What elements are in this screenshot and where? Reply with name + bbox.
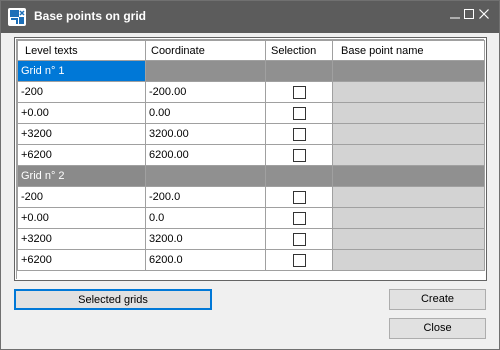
- group-cell: [332, 60, 485, 82]
- group-name[interactable]: Grid n° 1: [17, 60, 146, 82]
- coordinate-cell[interactable]: 0.00: [145, 102, 266, 124]
- selection-cell: [265, 228, 333, 250]
- group-cell: [265, 165, 333, 187]
- base-point-name-cell[interactable]: [332, 81, 485, 103]
- close-icon[interactable]: [477, 7, 491, 21]
- group-cell: [332, 165, 485, 187]
- selection-checkbox[interactable]: [292, 211, 306, 225]
- coordinate-cell[interactable]: -200.0: [145, 186, 266, 208]
- base-point-name-cell[interactable]: [332, 186, 485, 208]
- base-point-name-cell[interactable]: [332, 207, 485, 229]
- selection-checkbox[interactable]: [292, 106, 306, 120]
- coordinate-cell[interactable]: 3200.00: [145, 123, 266, 145]
- minimize-icon[interactable]: [448, 7, 462, 21]
- level-text-cell[interactable]: +3200: [17, 228, 146, 250]
- level-text-cell[interactable]: +0.00: [17, 207, 146, 229]
- grid-inner: Level texts Coordinate Selection Base po…: [16, 39, 485, 279]
- coordinate-cell[interactable]: 0.0: [145, 207, 266, 229]
- level-text-cell[interactable]: +6200: [17, 144, 146, 166]
- level-text-cell[interactable]: +0.00: [17, 102, 146, 124]
- group-name[interactable]: Grid n° 2: [17, 165, 146, 187]
- table-row[interactable]: +3200 3200.0: [17, 228, 485, 250]
- table-row[interactable]: -200 -200.0: [17, 186, 485, 208]
- table-row[interactable]: -200 -200.00: [17, 81, 485, 103]
- selection-checkbox[interactable]: [292, 190, 306, 204]
- group-row-grid-2[interactable]: Grid n° 2: [17, 165, 485, 187]
- create-button[interactable]: Create: [389, 289, 486, 310]
- selection-checkbox[interactable]: [292, 85, 306, 99]
- window-title: Base points on grid: [34, 9, 147, 23]
- coordinate-cell[interactable]: 6200.0: [145, 249, 266, 271]
- table-row[interactable]: +6200 6200.0: [17, 249, 485, 271]
- group-cell: [145, 165, 266, 187]
- group-cell: [145, 60, 266, 82]
- base-point-name-cell[interactable]: [332, 144, 485, 166]
- table-row[interactable]: +3200 3200.00: [17, 123, 485, 145]
- base-points-table: Level texts Coordinate Selection Base po…: [17, 40, 485, 271]
- group-cell: [265, 60, 333, 82]
- selection-checkbox[interactable]: [292, 148, 306, 162]
- base-point-name-cell[interactable]: [332, 123, 485, 145]
- selection-checkbox[interactable]: [292, 253, 306, 267]
- level-text-cell[interactable]: +3200: [17, 123, 146, 145]
- base-points-grid[interactable]: Level texts Coordinate Selection Base po…: [14, 37, 487, 281]
- selection-cell: [265, 144, 333, 166]
- coordinate-cell[interactable]: -200.00: [145, 81, 266, 103]
- selection-checkbox[interactable]: [292, 232, 306, 246]
- selection-cell: [265, 207, 333, 229]
- dialog-window: Base points on grid Level texts Coordina…: [0, 0, 500, 350]
- selection-checkbox[interactable]: [292, 127, 306, 141]
- selection-cell: [265, 186, 333, 208]
- table-row[interactable]: +0.00 0.0: [17, 207, 485, 229]
- coordinate-cell[interactable]: 3200.0: [145, 228, 266, 250]
- maximize-icon[interactable]: [462, 7, 476, 21]
- selection-cell: [265, 102, 333, 124]
- selection-cell: [265, 81, 333, 103]
- table-row[interactable]: +0.00 0.00: [17, 102, 485, 124]
- column-header-level-texts[interactable]: Level texts: [17, 40, 146, 61]
- table-row[interactable]: +6200 6200.00: [17, 144, 485, 166]
- level-text-cell[interactable]: -200: [17, 81, 146, 103]
- selection-cell: [265, 249, 333, 271]
- level-text-cell[interactable]: -200: [17, 186, 146, 208]
- base-point-name-cell[interactable]: [332, 228, 485, 250]
- level-text-cell[interactable]: +6200: [17, 249, 146, 271]
- selection-cell: [265, 123, 333, 145]
- table-header-row: Level texts Coordinate Selection Base po…: [17, 40, 485, 61]
- title-bar[interactable]: Base points on grid: [1, 1, 499, 33]
- selected-grids-button[interactable]: Selected grids: [14, 289, 212, 310]
- coordinate-cell[interactable]: 6200.00: [145, 144, 266, 166]
- group-row-grid-1[interactable]: Grid n° 1: [17, 60, 485, 82]
- column-header-coordinate[interactable]: Coordinate: [145, 40, 266, 61]
- base-point-name-cell[interactable]: [332, 249, 485, 271]
- base-point-name-cell[interactable]: [332, 102, 485, 124]
- close-button[interactable]: Close: [389, 318, 486, 339]
- column-header-base-point-name[interactable]: Base point name: [332, 40, 485, 61]
- column-header-selection[interactable]: Selection: [265, 40, 333, 61]
- app-icon: [8, 8, 26, 26]
